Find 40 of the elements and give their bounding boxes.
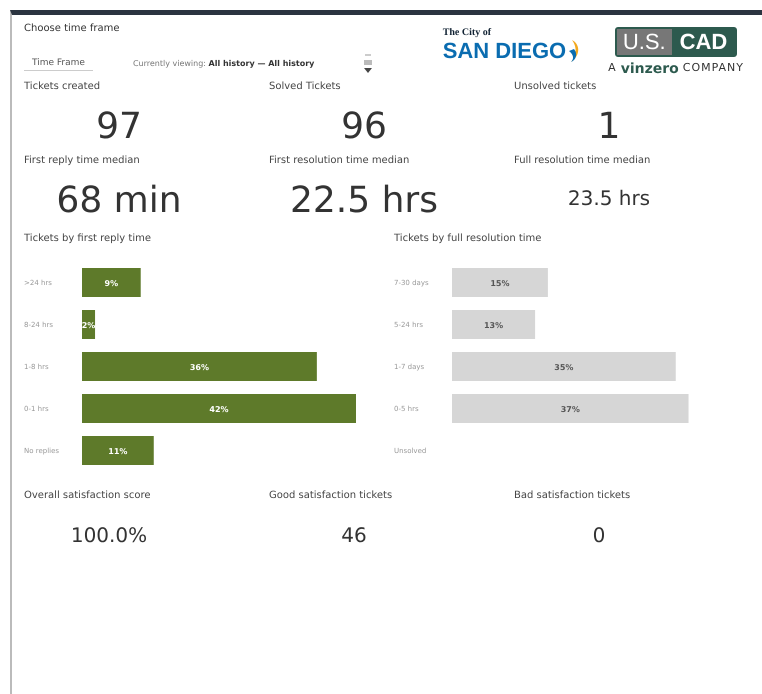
- logo-text: SAN DIEGO: [442, 38, 566, 64]
- metric-value: 68 min: [55, 179, 183, 223]
- metric-value: 46: [340, 522, 368, 547]
- data-label: 11%: [108, 447, 128, 456]
- metric-value: 23.5 hrs: [566, 185, 652, 212]
- logo-text: CAD: [672, 29, 736, 55]
- scroll-arrows-icon[interactable]: [364, 52, 372, 74]
- metric-label: Bad satisfaction tickets: [514, 490, 632, 501]
- metric-label: Good satisfaction tickets: [269, 490, 394, 501]
- logo-text: The City of: [442, 27, 492, 38]
- data-label: 15%: [490, 279, 510, 288]
- metric-label: Unsolved tickets: [514, 81, 598, 92]
- data-label: 36%: [190, 363, 209, 372]
- metric-value: 100.0%: [70, 522, 148, 547]
- logo-text: vinzero: [620, 61, 679, 77]
- metric-value: 1: [596, 105, 622, 149]
- data-label: 35%: [554, 363, 574, 372]
- viewing-text: Currently viewing: All history — All history: [132, 58, 314, 68]
- metric-label: Overall satisfaction score: [24, 490, 152, 501]
- metric-label: First reply time median: [24, 155, 141, 166]
- metric-label: Solved Tickets: [269, 81, 342, 92]
- chart-title: Tickets by first reply time: [24, 233, 152, 244]
- data-label: 37%: [560, 405, 580, 414]
- logo-text: COMPANY: [682, 61, 744, 76]
- logo-text: A: [608, 61, 617, 76]
- metric-value: 96: [340, 105, 388, 149]
- metric-label: First resolution time median: [269, 155, 410, 166]
- data-label: 42%: [209, 405, 229, 414]
- time-frame-field[interactable]: Time Frame: [24, 56, 93, 70]
- metric-label: Full resolution time median: [514, 155, 652, 166]
- section-heading: Choose time frame: [24, 23, 121, 34]
- metric-label: Tickets created: [24, 81, 102, 92]
- metric-value: 22.5 hrs: [289, 179, 439, 223]
- logo-text: U.S.: [616, 29, 672, 55]
- data-label: 13%: [484, 321, 504, 330]
- chart-title: Tickets by full resolution time: [394, 233, 542, 244]
- data-label: 9%: [104, 279, 118, 288]
- metric-value: 97: [95, 105, 143, 149]
- data-label: 2%: [82, 321, 96, 330]
- metric-value: 0: [592, 522, 606, 547]
